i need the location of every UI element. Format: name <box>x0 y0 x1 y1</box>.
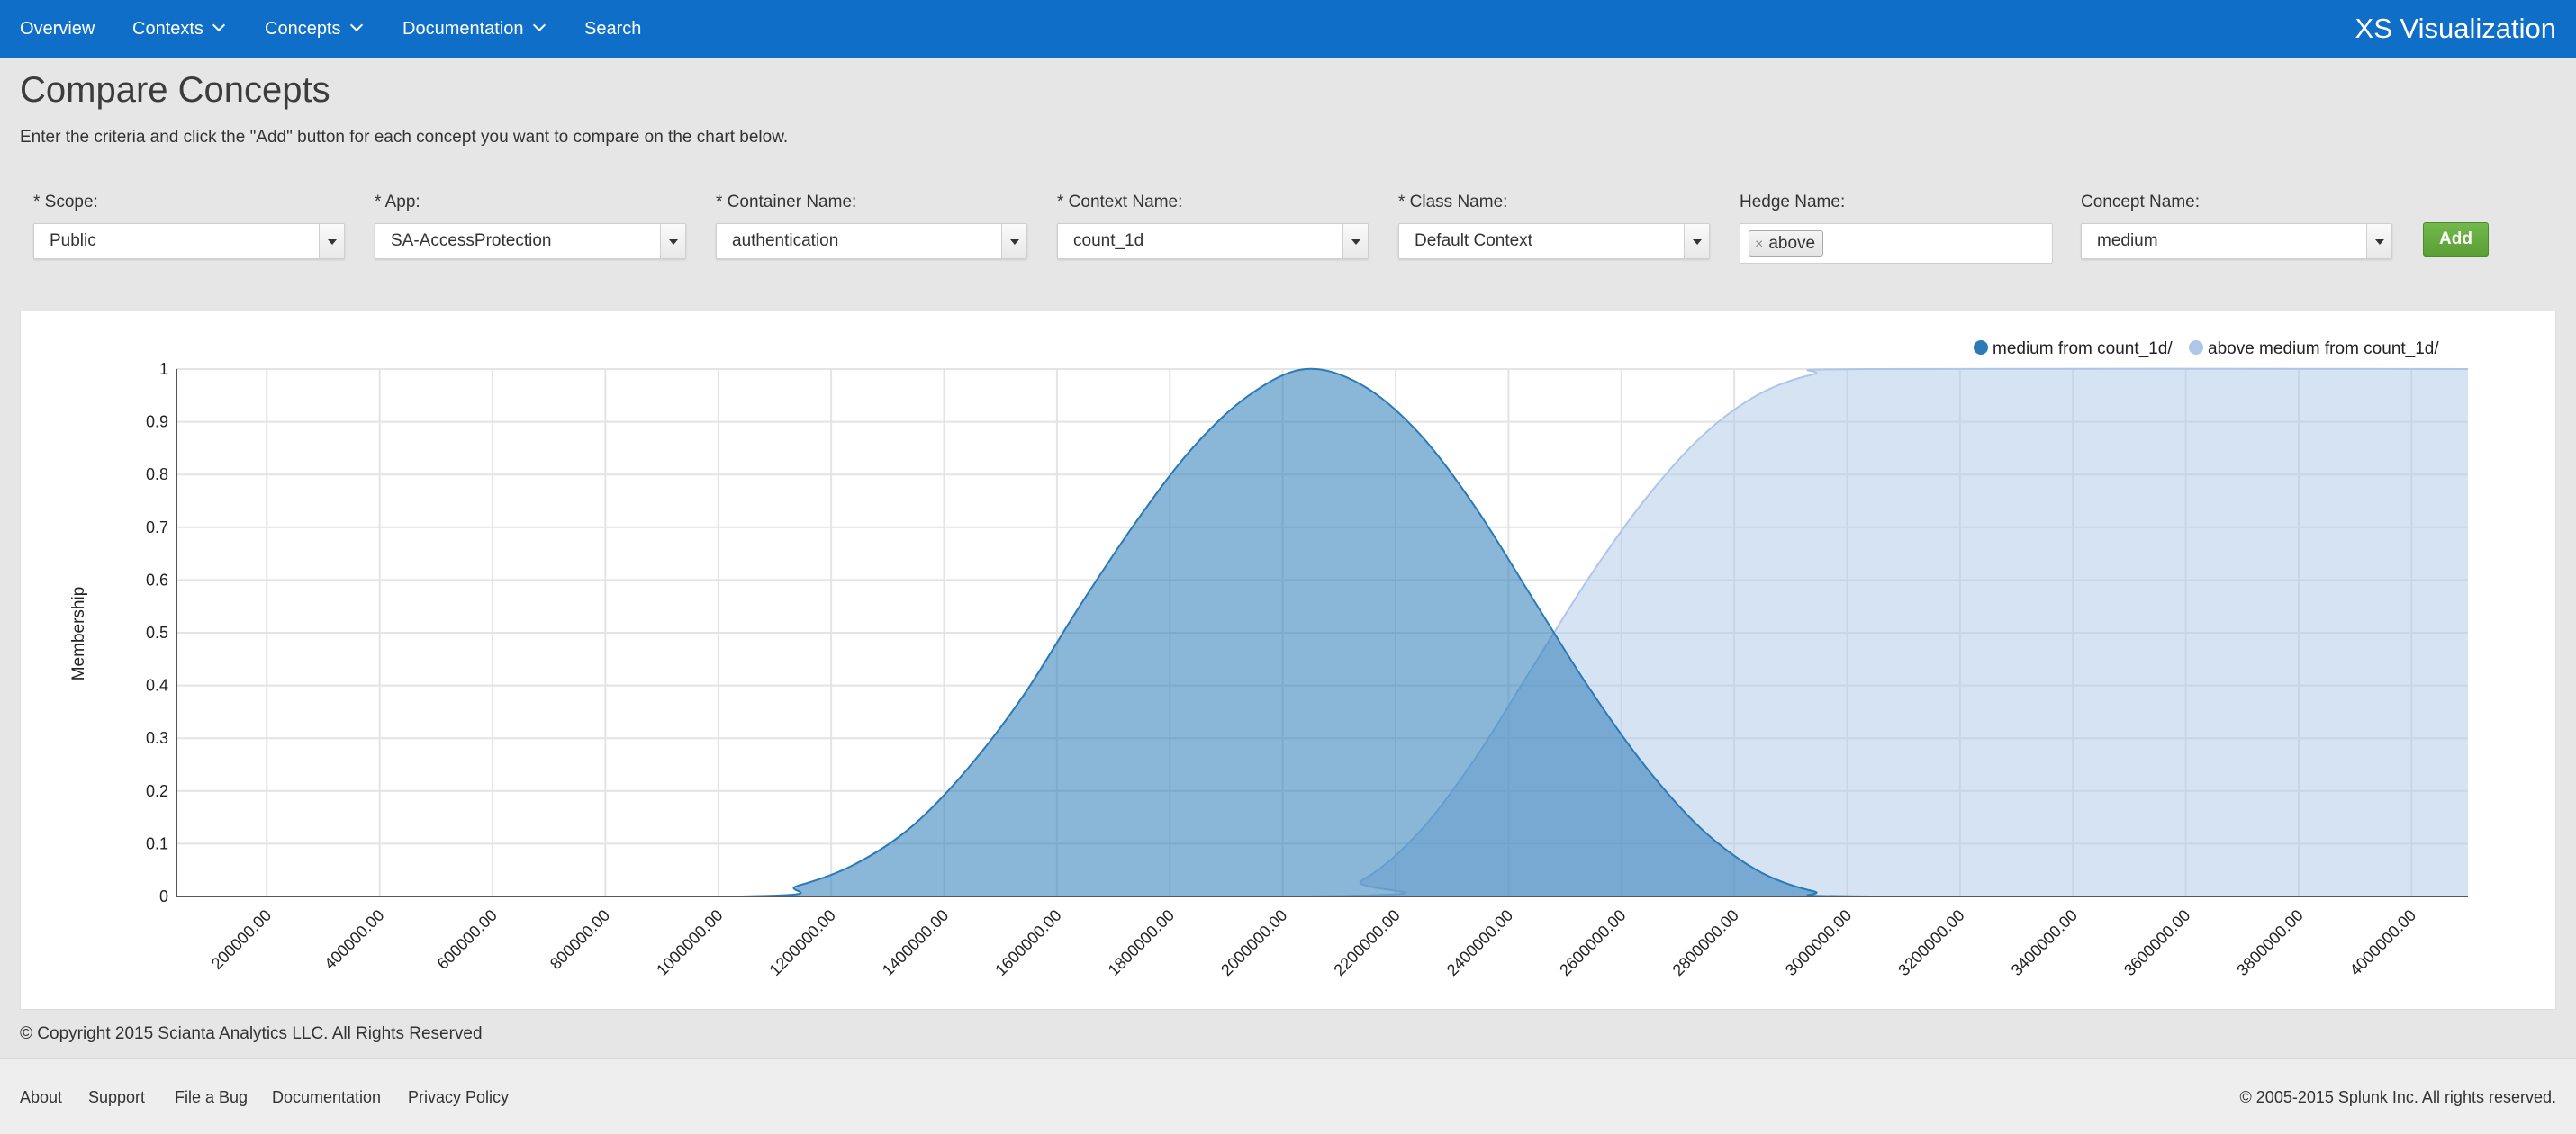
container-name-label: * Container Name: <box>716 193 857 212</box>
app-label: * App: <box>375 193 420 212</box>
scope-label: * Scope: <box>33 193 98 212</box>
chevron-down-icon <box>349 18 363 32</box>
x-tick-label: 2800000.00 <box>1669 906 1742 979</box>
y-tick-label: 0.8 <box>146 465 168 483</box>
nav-documentation-menu[interactable]: Documentation <box>402 0 546 58</box>
nav-documentation-label: Documentation <box>402 19 524 39</box>
app-select[interactable]: SA-AccessProtection <box>375 223 686 259</box>
footer-about-link[interactable]: About <box>20 1088 62 1107</box>
scope-value: Public <box>50 231 96 250</box>
legend-marker <box>1974 340 1988 355</box>
y-axis-ticks: 0 0.1 0.2 0.3 0.4 0.5 0.6 0.7 0.8 0.9 1 <box>146 360 168 905</box>
y-axis-title: Membership <box>69 587 88 681</box>
x-tick-label: 2600000.00 <box>1556 906 1629 979</box>
x-tick-label: 400000.00 <box>321 906 387 973</box>
y-tick-label: 0.2 <box>146 782 168 800</box>
context-name-value: count_1d <box>1073 231 1144 250</box>
concept-name-select[interactable]: medium <box>2081 223 2392 259</box>
chart-panel: 0 0.1 0.2 0.3 0.4 0.5 0.6 0.7 0.8 0.9 1 200000.00 4… <box>20 310 2556 1010</box>
x-tick-label: 200000.00 <box>208 906 275 973</box>
nav-overview[interactable]: Overview <box>20 0 95 58</box>
app-title: XS Visualization <box>2355 13 2556 44</box>
footer-bar: About Support File a Bug Documentation P… <box>0 1058 2576 1134</box>
top-nav-bar: Overview Contexts Concepts Documentation… <box>0 0 2576 58</box>
chevron-down-icon <box>532 18 546 32</box>
x-tick-label: 800000.00 <box>547 906 613 973</box>
nav-search[interactable]: Search <box>584 0 641 58</box>
x-tick-label: 1600000.00 <box>991 906 1064 979</box>
y-tick-label: 0.1 <box>146 834 168 852</box>
y-tick-label: 0.7 <box>146 518 168 536</box>
splunk-copyright: © 2005-2015 Splunk Inc. All rights reser… <box>2239 1088 2556 1106</box>
hedge-token: × above <box>1749 230 1824 256</box>
app-value: SA-AccessProtection <box>391 231 552 250</box>
x-tick-label: 2400000.00 <box>1443 906 1516 979</box>
legend-label: above medium from count_1d/ <box>2208 339 2439 358</box>
page-description: Enter the criteria and click the "Add" b… <box>20 128 789 147</box>
y-tick-label: 0.5 <box>146 624 168 642</box>
x-tick-label: 2000000.00 <box>1217 906 1290 979</box>
x-tick-label: 1200000.00 <box>766 906 839 979</box>
y-tick-label: 0.9 <box>146 413 168 431</box>
membership-chart: 0 0.1 0.2 0.3 0.4 0.5 0.6 0.7 0.8 0.9 1 200000.00 4… <box>69 339 2469 979</box>
container-name-select[interactable]: authentication <box>716 223 1027 259</box>
hedge-token-label: above <box>1768 234 1816 253</box>
dropdown-arrow-icon <box>1684 224 1709 258</box>
chart-legend: medium from count_1d/above medium from c… <box>1974 339 2439 358</box>
x-tick-label: 1000000.00 <box>653 906 726 979</box>
x-tick-label: 3000000.00 <box>1782 906 1855 979</box>
x-tick-label: 3800000.00 <box>2233 906 2306 979</box>
class-name-label: * Class Name: <box>1398 193 1508 212</box>
x-tick-label: 4000000.00 <box>2346 906 2419 979</box>
x-tick-label: 2200000.00 <box>1330 906 1403 979</box>
page-title: Compare Concepts <box>20 70 330 110</box>
footer-support-link[interactable]: Support <box>88 1088 145 1107</box>
x-tick-label: 3400000.00 <box>2008 906 2081 979</box>
x-tick-label: 3200000.00 <box>1894 906 1967 979</box>
concept-name-label: Concept Name: <box>2081 193 2201 212</box>
copyright-text: © Copyright 2015 Scianta Analytics LLC. … <box>20 1024 483 1043</box>
add-button[interactable]: Add <box>2423 222 2489 256</box>
chevron-down-icon <box>212 18 226 32</box>
context-name-select[interactable]: count_1d <box>1057 223 1369 259</box>
x-axis-ticks: 200000.00 400000.00 600000.00 800000.00 1000… <box>208 906 2419 979</box>
class-name-select[interactable]: Default Context <box>1398 223 1710 259</box>
nav-concepts-label: Concepts <box>265 19 341 39</box>
nav-contexts-label: Contexts <box>132 19 203 39</box>
x-tick-label: 1800000.00 <box>1105 906 1178 979</box>
dropdown-arrow-icon <box>319 224 344 258</box>
scope-select[interactable]: Public <box>33 223 345 259</box>
y-tick-label: 0.3 <box>146 729 168 747</box>
concept-name-value: medium <box>2097 231 2158 250</box>
y-tick-label: 1 <box>159 360 168 378</box>
remove-token-icon[interactable]: × <box>1755 237 1763 252</box>
hedge-name-label: Hedge Name: <box>1740 193 1846 212</box>
dropdown-arrow-icon <box>660 224 685 258</box>
y-tick-label: 0.4 <box>146 677 168 695</box>
x-tick-label: 1400000.00 <box>879 906 952 979</box>
nav-concepts-menu[interactable]: Concepts <box>265 0 363 58</box>
dropdown-arrow-icon <box>2366 224 2391 258</box>
y-tick-label: 0 <box>159 887 168 905</box>
dropdown-arrow-icon <box>1001 224 1026 258</box>
context-name-label: * Context Name: <box>1057 193 1183 212</box>
footer-documentation-link[interactable]: Documentation <box>272 1088 381 1107</box>
container-name-value: authentication <box>732 231 839 250</box>
dropdown-arrow-icon <box>1342 224 1368 258</box>
footer-privacy-link[interactable]: Privacy Policy <box>408 1088 509 1107</box>
y-tick-label: 0.6 <box>146 571 168 589</box>
hedge-name-input[interactable]: × above <box>1740 223 2053 264</box>
nav-contexts-menu[interactable]: Contexts <box>132 0 226 58</box>
legend-label: medium from count_1d/ <box>1993 339 2173 358</box>
legend-marker <box>2189 340 2203 355</box>
x-tick-label: 3600000.00 <box>2120 906 2193 979</box>
class-name-value: Default Context <box>1415 231 1532 250</box>
x-tick-label: 600000.00 <box>434 906 501 973</box>
footer-file-bug-link[interactable]: File a Bug <box>175 1088 248 1107</box>
